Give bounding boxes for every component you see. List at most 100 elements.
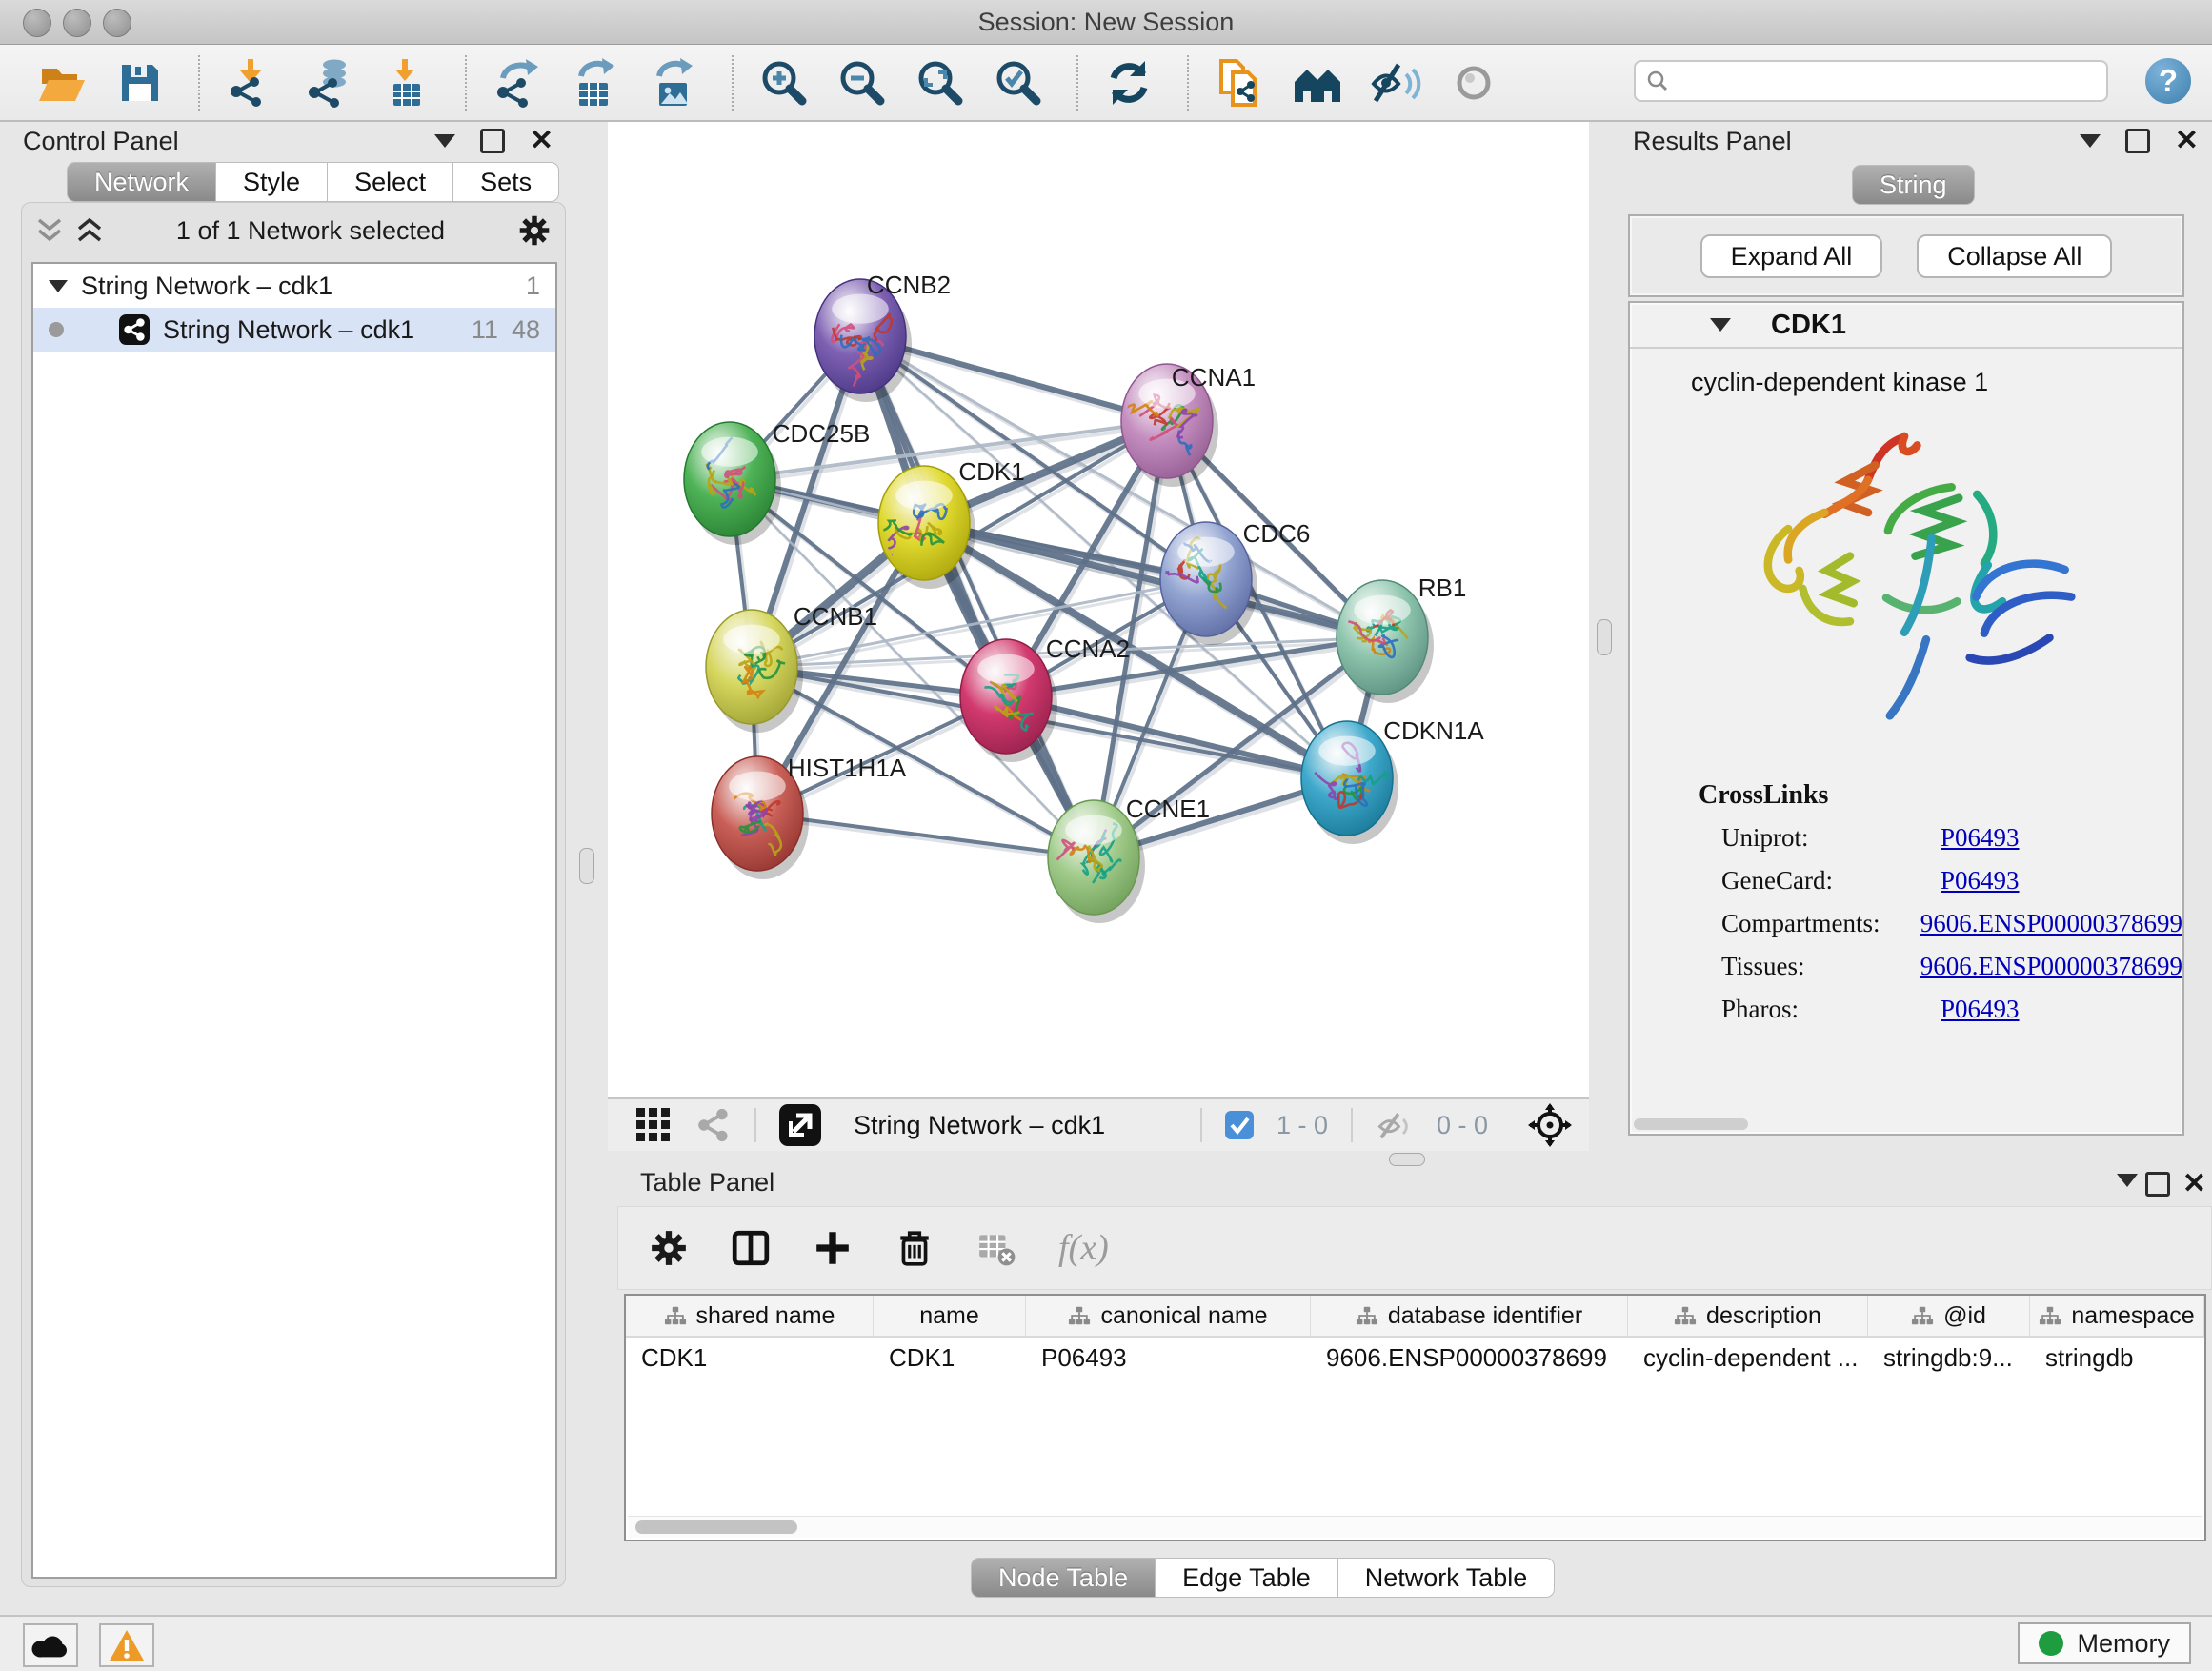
create-column-plus-icon[interactable]	[813, 1228, 853, 1268]
column-header-name[interactable]: name	[874, 1296, 1026, 1336]
table-panel-collapse-button[interactable]	[2117, 1174, 2138, 1187]
network-node-RB1[interactable]: RB1	[1337, 574, 1466, 703]
zoom-selected-icon[interactable]	[993, 57, 1044, 109]
crosslinks-list: Uniprot:P06493GeneCard:P06493Compartment…	[1630, 816, 2182, 1031]
fit-selected-crosshair-icon[interactable]	[1528, 1103, 1572, 1147]
table-cell[interactable]: 9606.ENSP00000378699	[1311, 1338, 1628, 1378]
zoom-fit-icon[interactable]	[915, 57, 966, 109]
window-minimize-button[interactable]	[63, 9, 91, 37]
zoom-in-icon[interactable]	[758, 57, 810, 109]
table-cell[interactable]: CDK1	[626, 1338, 874, 1378]
selected-checkbox-icon[interactable]	[1225, 1111, 1254, 1139]
tab-network[interactable]: Network	[67, 162, 216, 202]
collapse-all-icon[interactable]	[35, 214, 64, 247]
table-cell[interactable]: stringdb	[2030, 1338, 2204, 1378]
crosslink-row: Tissues:9606.ENSP00000378699	[1721, 945, 2182, 988]
share-view-icon[interactable]	[695, 1107, 732, 1143]
tab-node-table[interactable]: Node Table	[971, 1558, 1156, 1598]
column-header-canonical-name[interactable]: canonical name	[1026, 1296, 1311, 1336]
window-zoom-button[interactable]	[103, 9, 131, 37]
home-networks-icon[interactable]	[1292, 57, 1343, 109]
network-collection-row[interactable]: String Network – cdk1 1	[33, 264, 555, 308]
export-network-icon[interactable]	[492, 57, 543, 109]
cloud-status-button[interactable]	[23, 1623, 78, 1667]
network-node-CDKN1A[interactable]: CDKN1A	[1301, 716, 1484, 844]
memory-button[interactable]: Memory	[2018, 1622, 2191, 1664]
column-header-database-identifier[interactable]: database identifier	[1311, 1296, 1628, 1336]
collapse-all-button[interactable]: Collapse All	[1917, 234, 2112, 278]
hide-selected-eye-slash-icon[interactable]	[1370, 57, 1421, 109]
node-details-header[interactable]: CDK1	[1630, 303, 2182, 349]
column-header-shared-name[interactable]: shared name	[626, 1296, 874, 1336]
column-header-id[interactable]: @id	[1868, 1296, 2030, 1336]
network-node-CCNE1[interactable]: CCNE1	[1048, 795, 1210, 923]
expand-all-icon[interactable]	[75, 214, 104, 247]
show-columns-icon[interactable]	[731, 1228, 771, 1268]
network-node-CCNB2[interactable]: CCNB2	[814, 271, 951, 402]
bottom-splitter-handle[interactable]	[1389, 1153, 1425, 1166]
network-node-CDC25B[interactable]: CDC25B	[684, 419, 870, 545]
crosslink-tissues-link[interactable]: 9606.ENSP00000378699	[1920, 952, 2182, 981]
crosslink-genecard-link[interactable]: P06493	[1941, 866, 2020, 896]
left-splitter-handle[interactable]	[579, 848, 594, 884]
network-canvas[interactable]: CCNB2CCNA1CDC25BCDK1CDC6RB1CCNB1CCNA2CDK…	[608, 122, 1589, 1097]
hidden-eye-slash-icon[interactable]	[1376, 1109, 1414, 1141]
save-session-icon[interactable]	[114, 57, 166, 109]
column-header-description[interactable]: description	[1628, 1296, 1868, 1336]
import-table-icon[interactable]	[381, 57, 432, 109]
tab-style[interactable]: Style	[216, 162, 328, 202]
window-close-button[interactable]	[23, 9, 51, 37]
refresh-layout-icon[interactable]	[1103, 57, 1155, 109]
search-input[interactable]	[1678, 67, 2106, 96]
open-in-cytoscape-web-icon[interactable]	[1214, 57, 1265, 109]
table-panel-close-button[interactable]: ✕	[2182, 1170, 2206, 1198]
export-table-icon[interactable]	[570, 57, 621, 109]
control-panel-float-button[interactable]	[480, 129, 505, 153]
right-splitter-handle[interactable]	[1597, 619, 1612, 655]
tab-edge-table[interactable]: Edge Table	[1156, 1558, 1338, 1598]
open-session-icon[interactable]	[36, 57, 88, 109]
network-options-gear-icon[interactable]	[517, 213, 552, 248]
table-hscroll-thumb[interactable]	[635, 1520, 797, 1534]
table-options-gear-icon[interactable]	[649, 1228, 689, 1268]
details-disclosure-icon[interactable]	[1710, 318, 1731, 332]
tab-string[interactable]: String	[1852, 165, 1975, 205]
network-row[interactable]: String Network – cdk1 11 48	[33, 308, 555, 352]
network-node-CCNA2[interactable]: CCNA2	[960, 634, 1130, 762]
show-view-eye-icon[interactable]	[1448, 57, 1499, 109]
table-cell[interactable]: stringdb:9...	[1868, 1338, 2030, 1378]
open-external-icon[interactable]	[779, 1104, 821, 1146]
details-scrollbar[interactable]	[1634, 1118, 1748, 1130]
results-panel-close-button[interactable]: ✕	[2175, 127, 2199, 155]
column-header-namespace[interactable]: namespace	[2030, 1296, 2204, 1336]
control-panel-collapse-button[interactable]	[434, 134, 455, 148]
table-row[interactable]: CDK1CDK1P064939606.ENSP00000378699cyclin…	[626, 1338, 2204, 1378]
table-cell[interactable]: P06493	[1026, 1338, 1311, 1378]
network-node-HIST1H1A[interactable]: HIST1H1A	[712, 754, 907, 879]
import-network-icon[interactable]	[225, 57, 276, 109]
tab-network-table[interactable]: Network Table	[1338, 1558, 1556, 1598]
network-view[interactable]: CCNB2CCNA1CDC25BCDK1CDC6RB1CCNB1CCNA2CDK…	[608, 122, 1589, 1151]
crosslink-uniprot-link[interactable]: P06493	[1941, 823, 2020, 853]
expand-all-button[interactable]: Expand All	[1700, 234, 1883, 278]
table-cell[interactable]: cyclin-dependent ...	[1628, 1338, 1868, 1378]
zoom-out-icon[interactable]	[836, 57, 888, 109]
results-panel-float-button[interactable]	[2125, 129, 2150, 153]
collection-disclosure-icon[interactable]	[49, 280, 68, 292]
crosslink-pharos-link[interactable]: P06493	[1941, 995, 2020, 1024]
tab-sets[interactable]: Sets	[453, 162, 559, 202]
warnings-button[interactable]	[99, 1623, 154, 1667]
export-image-icon[interactable]	[648, 57, 699, 109]
delete-column-trash-icon[interactable]	[895, 1228, 935, 1268]
table-panel-float-button[interactable]	[2145, 1172, 2170, 1197]
results-panel-collapse-button[interactable]	[2080, 134, 2101, 148]
table-cell[interactable]: CDK1	[874, 1338, 1026, 1378]
table-hscrollbar[interactable]	[628, 1516, 2202, 1538]
tab-select[interactable]: Select	[328, 162, 453, 202]
help-button[interactable]: ?	[2145, 58, 2191, 104]
birdseye-grid-icon[interactable]	[634, 1106, 673, 1144]
control-panel-close-button[interactable]: ✕	[530, 127, 553, 155]
search-box[interactable]	[1634, 60, 2108, 102]
crosslink-compartments-link[interactable]: 9606.ENSP00000378699	[1920, 909, 2182, 938]
import-database-icon[interactable]	[303, 57, 354, 109]
